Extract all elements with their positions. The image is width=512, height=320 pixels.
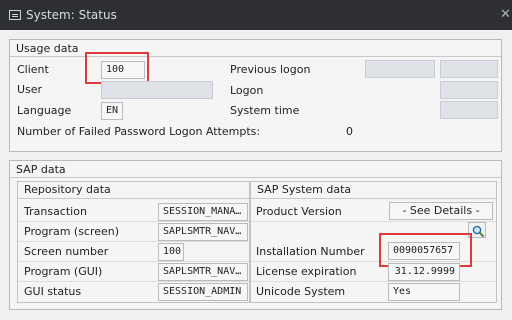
title-bar: System: Status ✕ — [0, 0, 512, 30]
language-field[interactable]: EN — [101, 102, 123, 120]
client-highlight — [85, 52, 149, 84]
failed-attempts-value: 0 — [346, 125, 353, 138]
gui-status-label: GUI status — [24, 285, 82, 298]
unicode-system-label: Unicode System — [256, 285, 346, 298]
license-expiration-label: License expiration — [256, 265, 357, 278]
repository-data-title: Repository data — [18, 181, 249, 199]
sap-data-title: SAP data — [10, 161, 501, 178]
product-version-dropdown[interactable]: - See Details - — [389, 202, 493, 220]
transaction-field[interactable]: SESSION_MANA… — [158, 203, 248, 221]
row-divider — [251, 221, 496, 222]
system-time-label: System time — [230, 104, 300, 117]
screen-number-label: Screen number — [24, 245, 109, 258]
screen-number-field[interactable]: 100 — [158, 243, 184, 261]
row-divider — [18, 221, 249, 222]
user-label: User — [17, 83, 43, 96]
license-expiration-field[interactable]: 31.12.9999 — [388, 263, 460, 281]
transaction-label: Transaction — [24, 205, 87, 218]
system-time-field[interactable] — [440, 101, 498, 119]
logon-time-field[interactable] — [440, 81, 498, 99]
close-icon[interactable]: ✕ — [500, 7, 511, 22]
window-menu-icon[interactable] — [9, 10, 21, 20]
gui-status-field[interactable]: SESSION_ADMIN — [158, 283, 248, 301]
sap-system-data-title: SAP System data — [251, 181, 496, 199]
usage-data-title: Usage data — [10, 40, 501, 57]
program-screen-label: Program (screen) — [24, 225, 120, 238]
program-gui-label: Program (GUI) — [24, 265, 103, 278]
client-label: Client — [17, 63, 49, 76]
previous-logon-date-field[interactable] — [365, 60, 435, 78]
previous-logon-time-field[interactable] — [440, 60, 498, 78]
magnifier-icon — [472, 225, 485, 238]
window-title: System: Status — [26, 8, 117, 22]
logon-label: Logon — [230, 84, 264, 97]
failed-attempts-label: Number of Failed Password Logon Attempts… — [17, 125, 261, 138]
installation-number-label: Installation Number — [256, 245, 365, 258]
user-field[interactable] — [101, 81, 213, 99]
language-label: Language — [17, 104, 72, 117]
row-divider — [18, 241, 249, 242]
row-divider — [18, 281, 249, 282]
program-screen-field[interactable]: SAPLSMTR_NAV… — [158, 223, 248, 241]
installation-number-highlight — [379, 233, 472, 267]
row-divider — [18, 261, 249, 262]
product-version-label: Product Version — [256, 205, 342, 218]
unicode-system-field[interactable]: Yes — [388, 283, 460, 301]
row-divider — [251, 281, 496, 282]
program-gui-field[interactable]: SAPLSMTR_NAV… — [158, 263, 248, 281]
previous-logon-label: Previous logon — [230, 63, 311, 76]
